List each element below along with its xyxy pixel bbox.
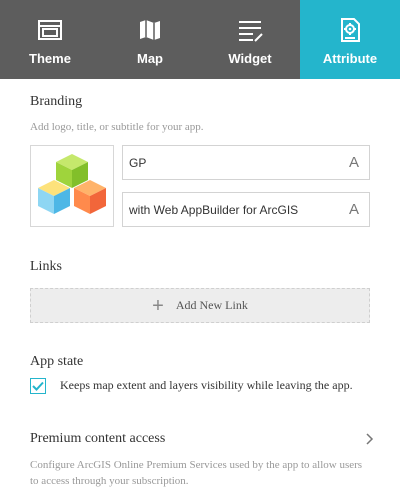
font-settings-button[interactable]: A	[339, 154, 369, 171]
subtitle-field[interactable]: with Web AppBuilder for ArcGIS A	[122, 192, 370, 227]
widget-icon	[236, 16, 264, 44]
add-new-link-button[interactable]: + Add New Link	[30, 288, 370, 323]
links-title: Links	[30, 259, 62, 274]
checkmark-icon	[32, 381, 44, 391]
map-icon	[136, 16, 164, 44]
tab-label: Map	[137, 51, 163, 66]
premium-description: Configure ArcGIS Online Premium Services…	[30, 459, 363, 487]
branding-description: Add logo, title, or subtitle for your ap…	[30, 121, 204, 133]
title-field[interactable]: GP A	[122, 145, 370, 180]
app-logo-cubes-icon	[38, 154, 106, 214]
branding-title: Branding	[30, 94, 83, 109]
tab-attribute[interactable]: Attribute	[300, 0, 400, 79]
chevron-right-icon	[366, 433, 374, 445]
attribute-icon	[336, 16, 364, 44]
tab-map[interactable]: Map	[100, 0, 200, 79]
tab-label: Theme	[29, 51, 71, 66]
keep-state-checkbox[interactable]	[30, 378, 46, 394]
subtitle-field-value: with Web AppBuilder for ArcGIS	[129, 202, 299, 217]
theme-icon	[36, 16, 64, 44]
premium-title: Premium content access	[30, 431, 166, 446]
font-settings-button[interactable]: A	[339, 201, 369, 218]
tab-theme[interactable]: Theme	[0, 0, 100, 79]
top-tab-bar: Theme Map Widget Attribute	[0, 0, 400, 79]
logo-picker[interactable]	[30, 145, 114, 227]
tab-widget[interactable]: Widget	[200, 0, 300, 79]
tab-label: Attribute	[322, 51, 378, 66]
title-field-value: GP	[129, 155, 147, 170]
premium-content-row[interactable]: Premium content access	[30, 428, 375, 450]
keep-state-label: Keeps map extent and layers visibility w…	[60, 378, 353, 392]
app-state-title: App state	[30, 354, 84, 369]
plus-icon: +	[152, 294, 164, 317]
add-new-link-label: Add New Link	[175, 298, 248, 312]
tab-label: Widget	[228, 51, 272, 66]
